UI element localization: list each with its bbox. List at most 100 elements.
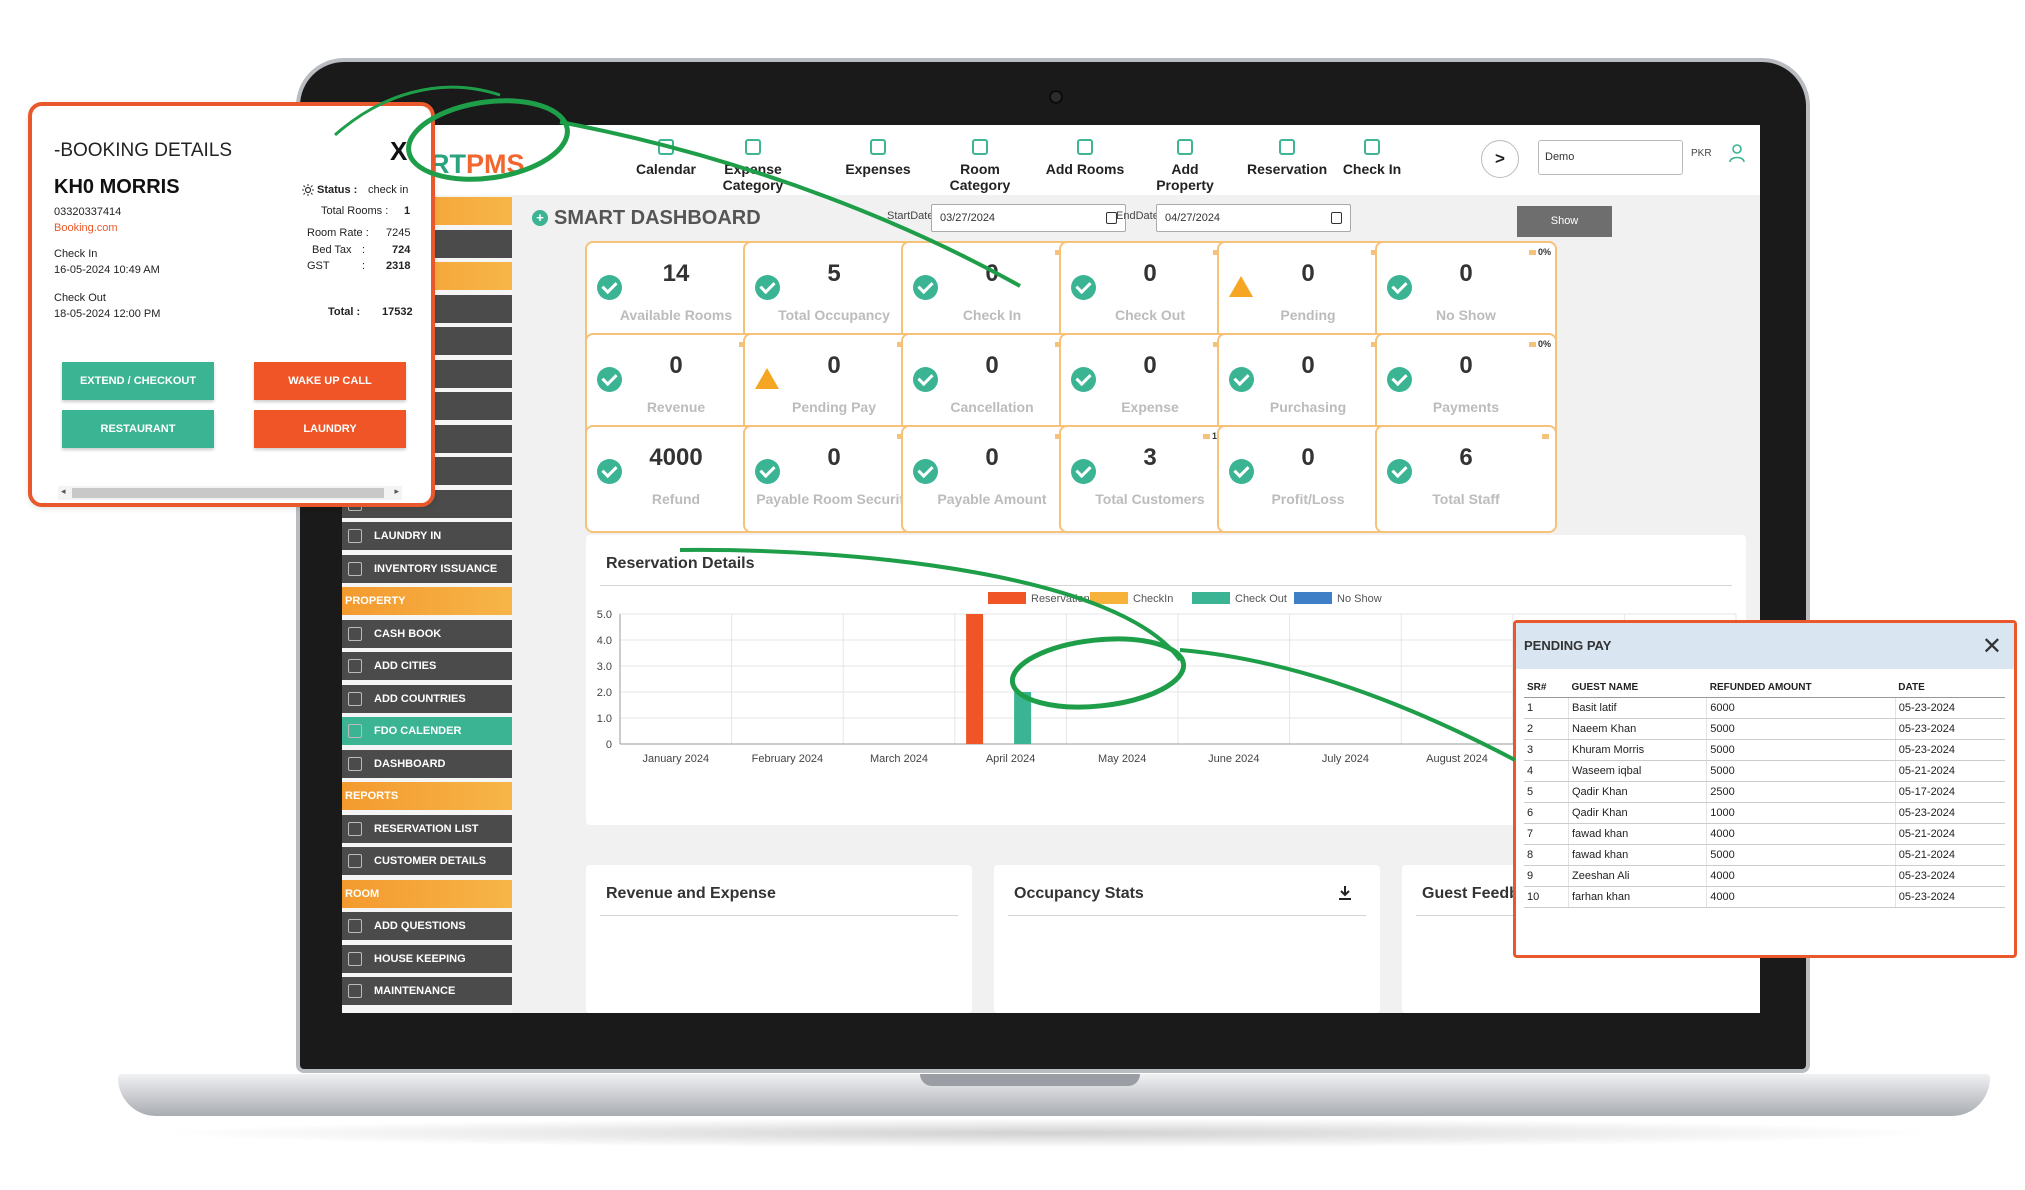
sidebar-item-label: INVENTORY ISSUANCE <box>374 562 498 575</box>
sidebar-item-laundry-in[interactable]: LAUNDRY IN <box>342 522 512 550</box>
scroll-left-icon[interactable]: ◂ <box>61 486 66 497</box>
download-icon[interactable] <box>1338 885 1352 901</box>
stat-change-value: 0% <box>1537 339 1551 349</box>
column-header[interactable]: REFUNDED AMOUNT <box>1706 679 1896 698</box>
end-date-input[interactable]: 04/27/2024 <box>1156 204 1351 232</box>
top-nav-bar: RTPMS Calendar Expense Category Expenses Ro… <box>342 125 1760 195</box>
add-rooms-icon <box>1077 139 1093 155</box>
sidebar-item-fdo-calender[interactable]: FDO CALENDER <box>342 717 512 745</box>
sidebar-item-label: RESERVATION LIST <box>374 822 479 835</box>
extend-checkout-button[interactable]: EXTEND / CHECKOUT <box>62 362 214 400</box>
add-property-icon <box>1177 139 1193 155</box>
stat-card-profit-loss[interactable]: 0 Profit/Loss <box>1217 425 1399 533</box>
sidebar-item-label: PROPERTY <box>345 595 406 607</box>
stat-card-refund[interactable]: 4000 Refund <box>585 425 767 533</box>
sidebar-item-add-countries[interactable]: ADD COUNTRIES <box>342 684 512 713</box>
sidebar-item-reports[interactable]: REPORTS <box>342 782 512 810</box>
checkout-value: 18-05-2024 12:00 PM <box>54 308 161 320</box>
nav-more-button[interactable]: > <box>1481 140 1519 178</box>
table-row[interactable]: 5 Qadir Khan 2500 05-17-2024 <box>1524 781 2005 803</box>
y-tick-label: 1.0 <box>597 713 612 725</box>
wake-up-call-button[interactable]: WAKE UP CALL <box>254 362 406 400</box>
legend-label: CheckIn <box>1133 593 1173 605</box>
menu-item-icon <box>348 659 362 673</box>
scrollbar-thumb[interactable] <box>72 488 384 498</box>
column-header[interactable]: SR# <box>1524 679 1569 698</box>
table-cell: Qadir Khan <box>1567 802 1707 824</box>
x-tick-label: July 2024 <box>1322 753 1369 765</box>
sidebar-item-label: ADD COUNTRIES <box>374 692 466 705</box>
stat-card-total-staff[interactable]: 6 Total Staff <box>1375 425 1557 533</box>
pending-pay-header: PENDING PAY ✕ <box>1516 623 2014 669</box>
checkout-label: Check Out <box>54 292 106 304</box>
table-cell: farhan khan <box>1567 886 1707 908</box>
table-row[interactable]: 3 Khuram Morris 5000 05-23-2024 <box>1524 739 2005 761</box>
close-icon[interactable]: ✕ <box>1982 632 2002 661</box>
nav-item-reservation[interactable]: Reservation <box>1247 139 1327 177</box>
nav-item-room-category[interactable]: Room Category <box>940 139 1020 193</box>
calendar-icon[interactable] <box>1331 212 1342 224</box>
sidebar-item-customer-details[interactable]: CUSTOMER DETAILS <box>342 847 512 875</box>
column-header[interactable]: DATE <box>1895 679 2005 698</box>
menu-item-icon <box>348 561 362 576</box>
table-row[interactable]: 4 Waseem iqbal 5000 05-21-2024 <box>1524 760 2005 782</box>
table-cell: 5000 <box>1706 739 1896 761</box>
sidebar-item-reservation-list[interactable]: RESERVATION LIST <box>342 814 512 843</box>
sidebar-item-house-keeping[interactable]: HOUSE KEEPING <box>342 944 512 973</box>
stat-card-payable-amount[interactable]: 0Payable Amount0% <box>901 425 1083 533</box>
table-cell: Khuram Morris <box>1567 739 1707 761</box>
room-category-icon <box>972 139 988 155</box>
table-row[interactable]: 1 Basit latif 6000 05-23-2024 <box>1524 697 2005 719</box>
sidebar-item-maintenance[interactable]: MAINTENANCE <box>342 977 512 1005</box>
stat-label: Revenue <box>646 399 706 415</box>
table-row[interactable]: 8 fawad khan 5000 05-21-2024 <box>1524 844 2005 866</box>
sidebar-item-label: ROOM <box>345 887 380 900</box>
table-row[interactable]: 6 Qadir Khan 1000 05-23-2024 <box>1524 802 2005 824</box>
y-tick-label: 3.0 <box>597 661 612 673</box>
show-button[interactable]: Show <box>1517 206 1612 237</box>
table-cell: Zeeshan Ali <box>1567 865 1707 887</box>
stat-label: Expense <box>1121 399 1179 415</box>
sidebar-item-add-cities[interactable]: ADD CITIES <box>342 652 512 680</box>
sidebar-item-property[interactable]: PROPERTY <box>342 587 512 615</box>
menu-item-icon <box>348 626 362 641</box>
sidebar-item-label: REPORTS <box>345 790 399 802</box>
table-row[interactable]: 10 farhan khan 4000 05-23-2024 <box>1524 886 2005 908</box>
stat-card-payable-room-security[interactable]: 0Payable Room Security0% <box>743 425 925 533</box>
table-row[interactable]: 2 Naeem Khan 5000 05-23-2024 <box>1524 718 2005 740</box>
nav-item-expenses[interactable]: Expenses <box>838 139 918 177</box>
nav-item-add-property[interactable]: Add Property <box>1145 139 1225 193</box>
table-row[interactable]: 9 Zeeshan Ali 4000 05-23-2024 <box>1524 865 2005 887</box>
sidebar-item-cash-book[interactable]: CASH BOOK <box>342 619 512 648</box>
pending-pay-table: SR# GUEST NAME REFUNDED AMOUNT DATE 1 Basit … <box>1524 679 2005 908</box>
nav-item-expense-category[interactable]: Expense Category <box>713 139 793 193</box>
nav-item-add-rooms[interactable]: Add Rooms <box>1045 139 1125 177</box>
table-body: 1 Basit latif 6000 05-23-2024 2 Naeem Khan 500… <box>1524 697 2005 908</box>
table-cell: 3 <box>1524 739 1569 761</box>
nav-item-check-in[interactable]: Check In <box>1332 139 1412 177</box>
stat-value: 0 <box>1301 444 1315 471</box>
laundry-button[interactable]: LAUNDRY <box>254 410 406 448</box>
close-icon[interactable]: X <box>390 136 407 167</box>
sidebar-item-inventory-issuance[interactable]: INVENTORY ISSUANCE <box>342 554 512 583</box>
horizontal-scrollbar[interactable]: ◂ ▸ <box>58 486 402 500</box>
stat-label: Total Customers <box>1095 491 1205 507</box>
table-row[interactable]: 7 fawad khan 4000 05-21-2024 <box>1524 823 2005 845</box>
nav-item-calendar[interactable]: Calendar <box>626 139 706 177</box>
sidebar-item-dashboard[interactable]: DASHBOARD <box>342 749 512 778</box>
sidebar-item-room[interactable]: ROOM <box>342 879 512 908</box>
property-select[interactable]: Demo <box>1538 140 1683 175</box>
revenue-expense-title: Revenue and Expense <box>606 885 776 902</box>
scroll-right-icon[interactable]: ▸ <box>394 486 399 497</box>
column-header[interactable]: GUEST NAME <box>1568 679 1707 698</box>
reservation-icon <box>1279 139 1295 155</box>
app-logo[interactable]: RTPMS <box>430 149 525 180</box>
sidebar-item-label: LAUNDRY IN <box>374 530 442 542</box>
sidebar-item-add-questions[interactable]: ADD QUESTIONS <box>342 912 512 940</box>
start-date-input[interactable]: 03/27/2024 <box>931 204 1126 232</box>
restaurant-button[interactable]: RESTAURANT <box>62 410 214 448</box>
nav-item-label: Expense Category <box>722 161 784 193</box>
start-date-label: StartDate <box>887 210 934 222</box>
user-icon[interactable] <box>1729 143 1745 163</box>
stat-card-total-customers[interactable]: 3Total Customers100% <box>1059 425 1241 533</box>
